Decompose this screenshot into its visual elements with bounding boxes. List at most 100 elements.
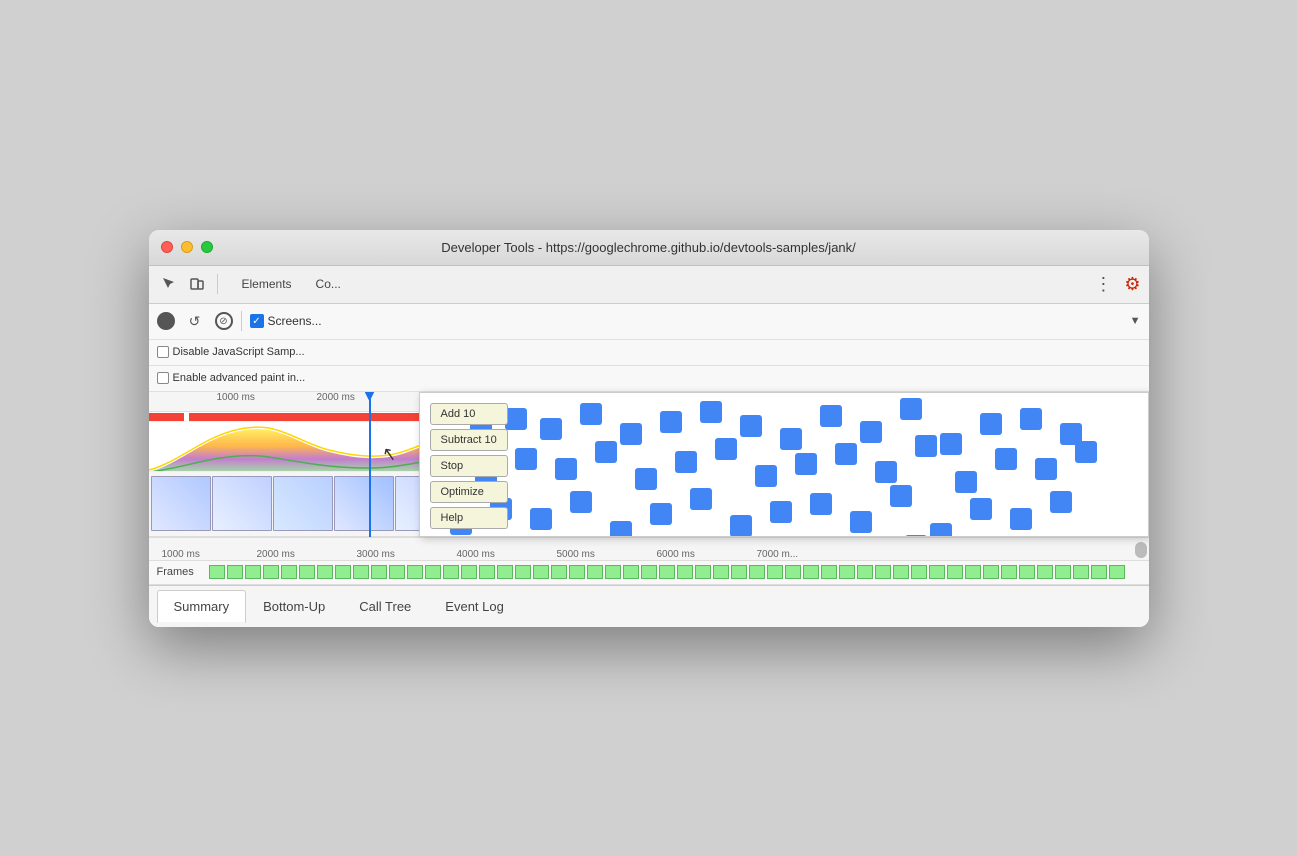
- minimize-button[interactable]: [181, 241, 193, 253]
- frame-bar: [695, 565, 711, 579]
- frame-bar: [749, 565, 765, 579]
- tab-event-log[interactable]: Event Log: [428, 590, 521, 623]
- frame-bar: [983, 565, 999, 579]
- blue-square-17: [515, 448, 537, 470]
- bottom-mark-3000: 3000 ms: [357, 549, 395, 560]
- blue-square-31: [1075, 441, 1097, 463]
- timeline-section: 1000 ms 2000 ms 7000 n FPS CPU NET: [149, 392, 1149, 537]
- blue-square-13: [980, 413, 1002, 435]
- blue-square-35: [570, 491, 592, 513]
- tab-console[interactable]: Co...: [304, 273, 353, 295]
- tab-call-tree[interactable]: Call Tree: [342, 590, 428, 623]
- panel-tabs: Elements Co...: [230, 273, 353, 295]
- screenshot-checkbox[interactable]: ✓: [250, 314, 264, 328]
- tab-elements[interactable]: Elements: [230, 273, 304, 295]
- blue-square-42: [850, 511, 872, 533]
- frames-track: Frames: [149, 561, 1149, 585]
- blue-square-40: [770, 501, 792, 523]
- blue-square-8: [780, 428, 802, 450]
- frame-bar: [587, 565, 603, 579]
- blue-square-12: [940, 433, 962, 455]
- clear-button[interactable]: ⊘: [215, 312, 233, 330]
- device-toggle-icon[interactable]: [185, 272, 209, 296]
- devtools-window: Developer Tools - https://googlechrome.g…: [149, 230, 1149, 627]
- frame-bar: [389, 565, 405, 579]
- blue-square-59: [905, 535, 927, 537]
- tab-bottom-up[interactable]: Bottom-Up: [246, 590, 342, 623]
- blue-square-34: [530, 508, 552, 530]
- blue-square-4: [620, 423, 642, 445]
- maximize-button[interactable]: [201, 241, 213, 253]
- frame-bar: [803, 565, 819, 579]
- options-row-2: Enable advanced paint in...: [149, 366, 1149, 392]
- frame-bar: [875, 565, 891, 579]
- blue-square-19: [595, 441, 617, 463]
- titlebar: Developer Tools - https://googlechrome.g…: [149, 230, 1149, 266]
- blue-square-9: [820, 405, 842, 427]
- tab-summary[interactable]: Summary: [157, 590, 247, 623]
- frame-bar: [929, 565, 945, 579]
- traffic-lights: [161, 241, 213, 253]
- screenshot-checkbox-row: ✓ Screens...: [250, 314, 322, 328]
- screenshot-thumb-2: [212, 476, 272, 531]
- more-tools-button[interactable]: ⋮: [1086, 274, 1120, 295]
- frame-bar: [1001, 565, 1017, 579]
- subtract-10-button[interactable]: Subtract 10: [430, 429, 508, 451]
- bottom-mark-4000: 4000 ms: [457, 549, 495, 560]
- blue-square-37: [650, 503, 672, 525]
- frame-bar: [371, 565, 387, 579]
- memory-dropdown-icon[interactable]: ▼: [1130, 315, 1141, 327]
- blue-square-5: [660, 411, 682, 433]
- timeline-scrollbar-thumb[interactable]: [1135, 542, 1147, 558]
- frame-bars-container: [209, 565, 1145, 579]
- blue-square-23: [755, 465, 777, 487]
- enable-paint-option: Enable advanced paint in...: [157, 372, 306, 384]
- frame-bar: [785, 565, 801, 579]
- blue-square-21: [675, 451, 697, 473]
- frame-bar: [605, 565, 621, 579]
- help-button[interactable]: Help: [430, 507, 508, 529]
- frame-bar: [533, 565, 549, 579]
- options-row-1: Disable JavaScript Samp...: [149, 340, 1149, 366]
- screenshot-thumb-4: [334, 476, 394, 531]
- close-button[interactable]: [161, 241, 173, 253]
- frame-bar: [1019, 565, 1035, 579]
- frame-bar: [1055, 565, 1071, 579]
- inspect-icon[interactable]: [157, 272, 181, 296]
- blue-square-27: [915, 435, 937, 457]
- frame-bar: [659, 565, 675, 579]
- frame-bar: [299, 565, 315, 579]
- frame-bar: [911, 565, 927, 579]
- frame-bar: [1037, 565, 1053, 579]
- blue-square-29: [995, 448, 1017, 470]
- blue-squares-canvas: [420, 393, 1148, 536]
- blue-square-24: [795, 453, 817, 475]
- disable-js-option: Disable JavaScript Samp...: [157, 346, 305, 358]
- screenshot-thumb-1: [151, 476, 211, 531]
- record-button[interactable]: [157, 312, 175, 330]
- controls-separator: [241, 311, 242, 331]
- bottom-mark-1000: 1000 ms: [162, 549, 200, 560]
- blue-square-41: [810, 493, 832, 515]
- frame-bar: [767, 565, 783, 579]
- blue-square-18: [555, 458, 577, 480]
- add-10-button[interactable]: Add 10: [430, 403, 508, 425]
- blue-square-28: [955, 471, 977, 493]
- blue-square-10: [860, 421, 882, 443]
- frame-bar: [353, 565, 369, 579]
- bottom-tabs-bar: Summary Bottom-Up Call Tree Event Log: [149, 585, 1149, 627]
- frame-bar: [713, 565, 729, 579]
- frame-bar: [479, 565, 495, 579]
- bottom-mark-6000: 6000 ms: [657, 549, 695, 560]
- enable-paint-label: Enable advanced paint in...: [173, 372, 306, 384]
- frame-bar: [245, 565, 261, 579]
- ruler-mark-1000: 1000 ms: [217, 392, 255, 403]
- reload-record-button[interactable]: ↺: [183, 309, 207, 333]
- stop-button[interactable]: Stop: [430, 455, 508, 477]
- disable-js-checkbox[interactable]: [157, 346, 169, 358]
- blue-square-44: [930, 523, 952, 537]
- enable-paint-checkbox[interactable]: [157, 372, 169, 384]
- optimize-button[interactable]: Optimize: [430, 481, 508, 503]
- screenshot-label: Screens...: [268, 314, 322, 328]
- settings-icon[interactable]: ⚙: [1124, 274, 1140, 295]
